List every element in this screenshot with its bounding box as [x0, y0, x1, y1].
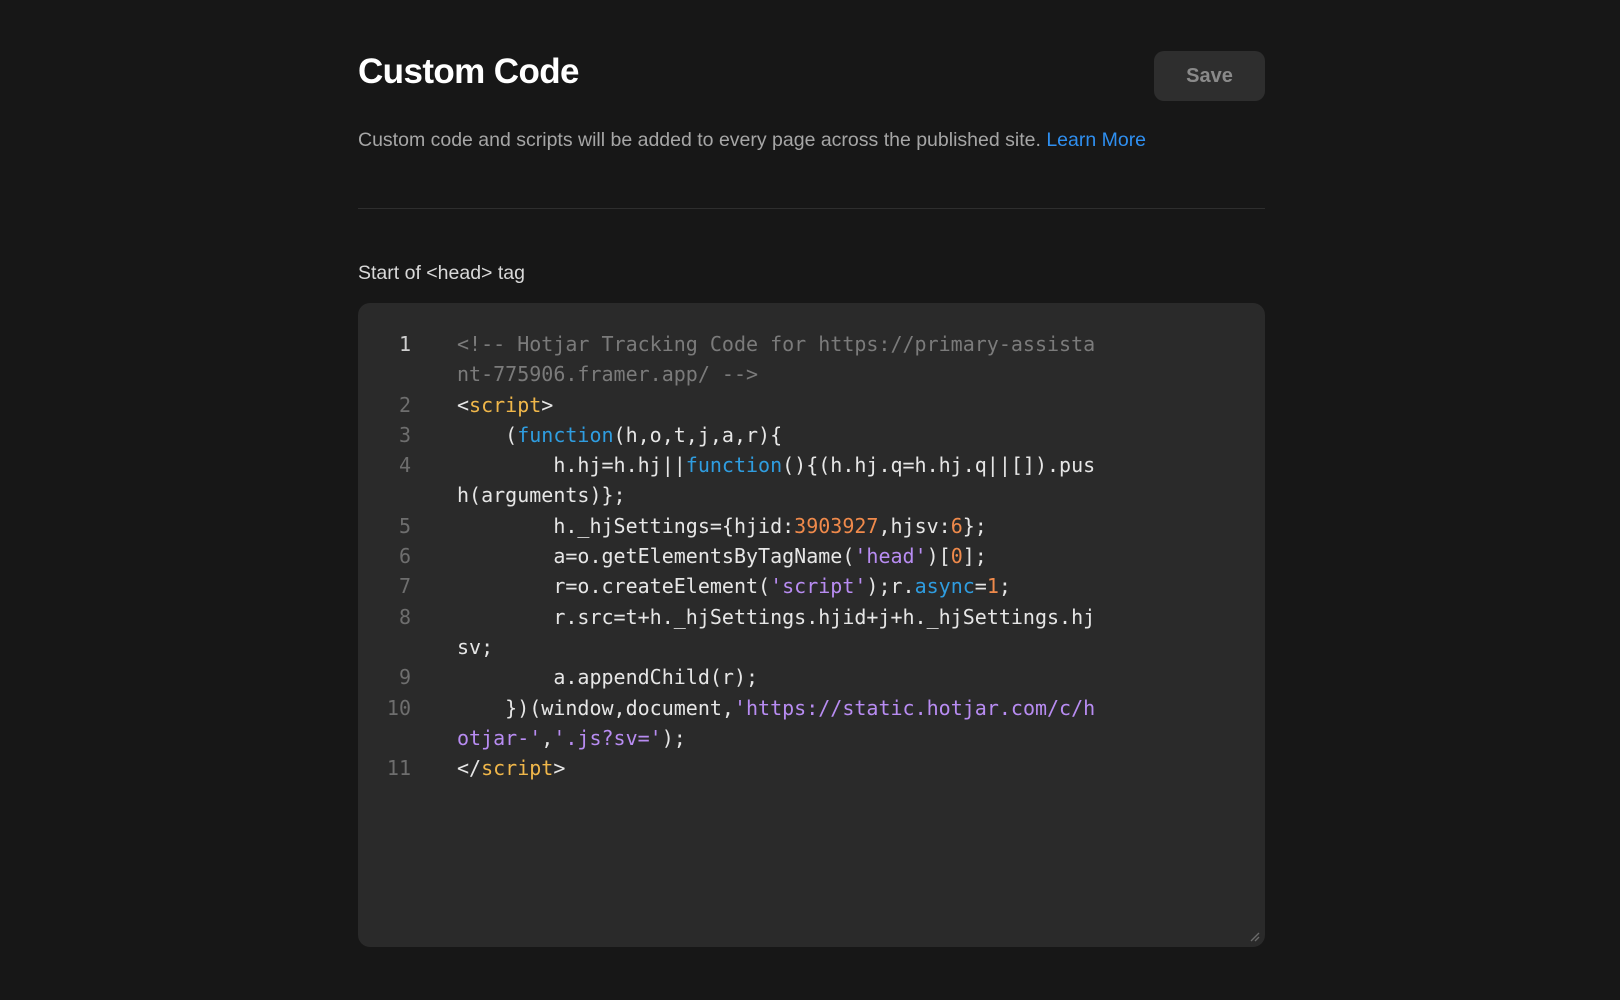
line-number: 3 [398, 422, 411, 447]
line-content: (function(h,o,t,j,a,r){ [457, 420, 1097, 450]
resize-handle-icon[interactable] [1248, 930, 1260, 942]
code-token: > [541, 392, 554, 417]
code-token: async [914, 574, 975, 599]
code-token: r.src=t+h._hjSettings.hjid+j+h._hjSettin… [457, 604, 1096, 659]
code-token: > [553, 756, 566, 781]
code-token: '.js?sv=' [553, 725, 662, 750]
line-number: 7 [398, 574, 411, 599]
line-content: })(window,document,'https://static.hotja… [457, 693, 1097, 754]
code-line[interactable]: 10 })(window,document,'https://static.ho… [358, 693, 1265, 754]
code-token: 1 [986, 574, 999, 599]
line-number: 8 [398, 604, 411, 629]
line-content: <!-- Hotjar Tracking Code for https://pr… [457, 329, 1097, 390]
code-line[interactable]: 3 (function(h,o,t,j,a,r){ [358, 420, 1265, 450]
line-number: 5 [398, 513, 411, 538]
page-title: Custom Code [358, 52, 580, 91]
code-token: 3903927 [794, 513, 879, 538]
head-tag-section-label: Start of <head> tag [358, 262, 525, 284]
code-token: }; [962, 513, 987, 538]
line-content: </script> [457, 753, 1097, 783]
description-text: Custom code and scripts will be added to… [358, 129, 1047, 151]
page-description: Custom code and scripts will be added to… [358, 129, 1146, 152]
code-line[interactable]: 2 <script> [358, 390, 1265, 420]
line-content: r.src=t+h._hjSettings.hjid+j+h._hjSettin… [457, 602, 1097, 663]
code-token: < [457, 392, 470, 417]
code-line[interactable]: 4 h.hj=h.hj||function(){(h.hj.q=h.hj.q||… [358, 450, 1265, 511]
code-token: ( [457, 422, 518, 447]
code-token: script [469, 392, 542, 417]
line-number: 10 [386, 695, 411, 720]
line-number: 2 [398, 392, 411, 417]
code-token: a=o.getElementsByTagName( [457, 544, 855, 569]
line-number: 4 [398, 453, 411, 478]
code-token: (h,o,t,j,a,r){ [613, 422, 783, 447]
header-row: Custom Code Save Custom code and scripts… [358, 0, 1265, 154]
code-token: ); [661, 725, 686, 750]
code-line[interactable]: 9 a.appendChild(r); [358, 662, 1265, 692]
line-content: <script> [457, 390, 1097, 420]
code-token: 0 [950, 544, 963, 569]
code-line[interactable]: 8 r.src=t+h._hjSettings.hjid+j+h._hjSett… [358, 602, 1265, 663]
line-number: 9 [398, 665, 411, 690]
code-token: a.appendChild(r); [457, 665, 759, 690]
code-token: ]; [962, 544, 987, 569]
line-number: 1 [398, 332, 411, 356]
code-token: 6 [950, 513, 963, 538]
line-content: a.appendChild(r); [457, 662, 1097, 692]
code-token: </ [457, 756, 482, 781]
page-header: Custom Code Save Custom code and scripts… [358, 0, 1265, 154]
code-editor[interactable]: 1 <!-- Hotjar Tracking Code for https://p… [358, 303, 1265, 947]
code-token: ; [998, 574, 1011, 599]
code-token: script [481, 756, 554, 781]
code-line[interactable]: 7 r=o.createElement('script');r.async=1; [358, 571, 1265, 601]
code-token: r=o.createElement( [457, 574, 771, 599]
code-token: 'head' [854, 544, 927, 569]
code-line[interactable]: 11 </script> [358, 753, 1265, 783]
code-line[interactable]: 6 a=o.getElementsByTagName('head')[0]; [358, 541, 1265, 571]
line-number: 11 [386, 756, 411, 781]
code-token: function [517, 422, 614, 447]
code-token: function [685, 453, 783, 478]
code-token: = [974, 574, 987, 599]
code-line[interactable]: 1 <!-- Hotjar Tracking Code for https://p… [358, 329, 1265, 390]
code-token: , [541, 725, 554, 750]
code-token: 'script' [770, 574, 867, 599]
save-button[interactable]: Save [1154, 51, 1265, 101]
line-number: 6 [398, 544, 411, 569]
section-divider [358, 208, 1265, 209]
line-content: h._hjSettings={hjid:3903927,hjsv:6}; [457, 511, 1097, 541]
code-token: ,hjsv: [878, 513, 951, 538]
code-token: );r. [866, 574, 915, 599]
code-token: h._hjSettings={hjid: [457, 513, 795, 538]
line-content: r=o.createElement('script');r.async=1; [457, 571, 1097, 601]
learn-more-link[interactable]: Learn More [1046, 129, 1146, 151]
code-lines: 1 <!-- Hotjar Tracking Code for https://p… [358, 329, 1265, 783]
code-line[interactable]: 5 h._hjSettings={hjid:3903927,hjsv:6}; [358, 511, 1265, 541]
line-content: h.hj=h.hj||function(){(h.hj.q=h.hj.q||[]… [457, 450, 1097, 511]
code-token: <!-- Hotjar Tracking Code for https://pr… [457, 332, 1096, 387]
line-content: a=o.getElementsByTagName('head')[0]; [457, 541, 1097, 571]
code-token: h.hj=h.hj|| [457, 453, 686, 478]
code-token: })(window,document, [457, 695, 734, 720]
code-token: )[ [926, 544, 951, 569]
